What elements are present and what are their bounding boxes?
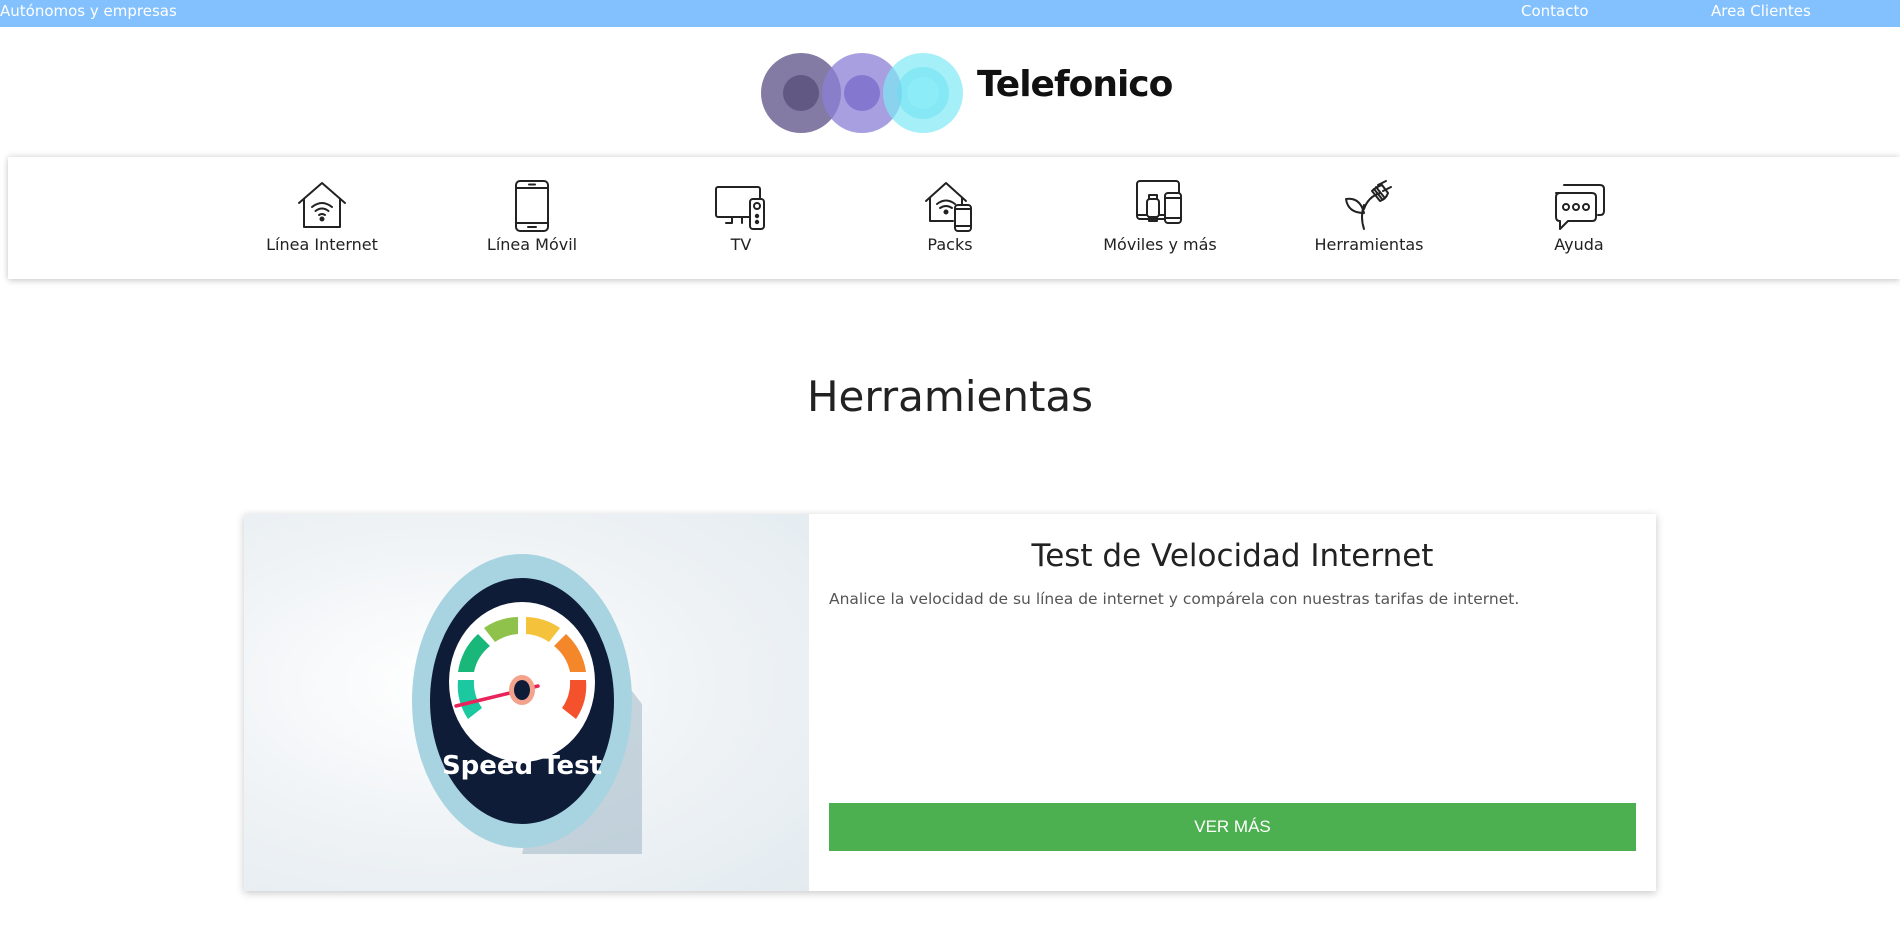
card-description: Analice la velocidad de su línea de inte…	[829, 590, 1520, 608]
nav-label: Móviles y más	[1103, 235, 1217, 254]
house-wifi-phone-icon	[925, 182, 972, 232]
chat-bubble-icon	[1555, 184, 1605, 230]
ver-mas-button[interactable]: VER MÁS	[829, 803, 1636, 851]
client-area-link[interactable]: Area Clientes	[1711, 2, 1811, 20]
nav-label: Packs	[927, 235, 973, 254]
page-title: Herramientas	[806, 372, 1094, 421]
top-bar: Autónomos y empresas Contacto Area Clien…	[0, 0, 1900, 27]
nav-item-ayuda[interactable]: Ayuda	[1489, 157, 1669, 279]
nav-label: Herramientas	[1314, 235, 1424, 254]
card-title: Test de Velocidad Internet	[1031, 538, 1434, 574]
nav-item-moviles-y-mas[interactable]: Móviles y más	[1070, 157, 1250, 279]
house-wifi-icon	[298, 182, 346, 228]
tv-remote-icon	[715, 186, 765, 230]
smartphone-icon	[515, 180, 549, 232]
site-header: Telefonico	[0, 27, 1900, 155]
logo-circles-icon	[761, 53, 963, 133]
nav-label: Línea Móvil	[486, 235, 578, 254]
nav-item-herramientas[interactable]: Herramientas	[1279, 157, 1459, 279]
plant-plug-icon	[1345, 180, 1392, 230]
nav-item-tv[interactable]: TV	[651, 157, 831, 279]
speed-test-label: Speed Test	[442, 751, 602, 781]
contact-link[interactable]: Contacto	[1521, 2, 1589, 20]
speed-test-image: Speed Test	[244, 514, 809, 891]
nav-label: TV	[730, 235, 752, 254]
category-nav: Línea Internet Línea Móvil TV Packs Móvi…	[8, 157, 1900, 279]
nav-item-linea-movil[interactable]: Línea Móvil	[442, 157, 622, 279]
nav-label: Línea Internet	[266, 235, 378, 254]
logo-text: Telefonico	[977, 64, 1173, 105]
speedometer-icon: Speed Test	[412, 554, 642, 854]
devices-icon	[1136, 180, 1182, 224]
nav-item-linea-internet[interactable]: Línea Internet	[232, 157, 412, 279]
nav-label: Ayuda	[1554, 235, 1604, 254]
segment-link[interactable]: Autónomos y empresas	[0, 2, 177, 20]
nav-item-packs[interactable]: Packs	[860, 157, 1040, 279]
site-logo[interactable]: Telefonico	[760, 52, 1173, 134]
card-body: Test de Velocidad Internet Analice la ve…	[829, 514, 1636, 891]
tool-card: Speed Test Test de Velocidad Internet An…	[244, 514, 1656, 891]
